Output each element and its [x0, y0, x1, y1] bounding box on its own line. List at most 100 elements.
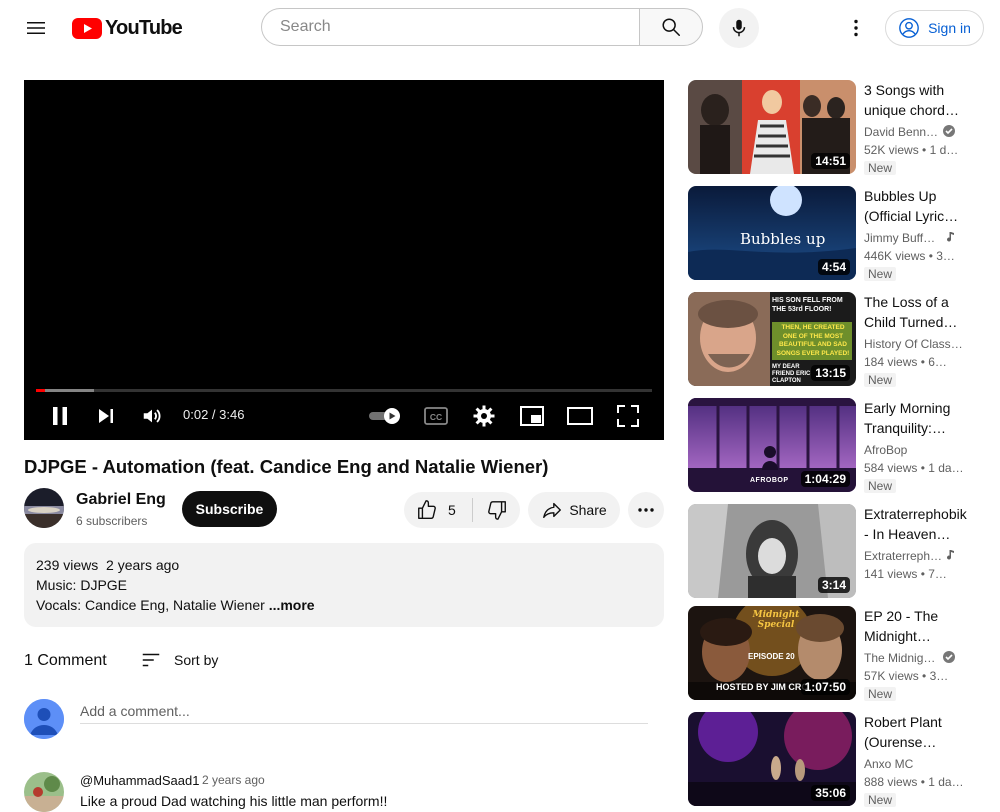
video-title[interactable]: 3 Songs with unique chord…: [864, 80, 966, 120]
autoplay-toggle-icon: [369, 408, 400, 424]
more-actions-button[interactable]: [628, 492, 664, 528]
comment-time[interactable]: 2 years ago: [202, 773, 265, 787]
new-badge: New: [864, 373, 897, 387]
view-count: 888 views: [864, 775, 918, 789]
video-meta: 584 views • 1 da…: [864, 461, 964, 475]
youtube-logo[interactable]: YouTube: [72, 16, 183, 40]
theater-mode-icon: [567, 407, 593, 425]
pause-icon: [53, 407, 67, 425]
hamburger-menu-icon: [27, 22, 45, 34]
video-player[interactable]: 0:02 / 3:46 CC: [24, 80, 664, 440]
like-button[interactable]: 5: [404, 492, 472, 528]
subtitles-button[interactable]: CC: [420, 398, 452, 434]
channel-avatar-image: [24, 488, 64, 528]
progress-played: [36, 389, 45, 392]
video-title[interactable]: Early Morning Tranquility:…: [864, 398, 966, 438]
sort-comments-button[interactable]: Sort by: [140, 648, 218, 672]
video-duration: 35:06: [811, 785, 850, 801]
video-duration: 1:04:29: [800, 471, 850, 487]
recommended-video[interactable]: 3:14 Extraterrephobik - In Heaven… Extra…: [688, 504, 984, 598]
commenter-avatar[interactable]: [24, 772, 64, 812]
settings-more-button[interactable]: [836, 8, 876, 48]
music-note-icon: [947, 550, 954, 560]
description-box[interactable]: 239 views 2 years ago Music: DJPGE Vocal…: [24, 543, 664, 627]
settings-button[interactable]: [468, 398, 500, 434]
show-more-link[interactable]: ...more: [269, 597, 315, 613]
miniplayer-button[interactable]: [516, 398, 548, 434]
recommended-video[interactable]: HIS SON FELL FROM THE 53rd FLOOR! THEN, …: [688, 292, 984, 387]
channel-name[interactable]: Anxo MC: [864, 757, 960, 771]
subscriber-count: 6 subscribers: [76, 514, 148, 528]
recommended-video[interactable]: 14:51 3 Songs with unique chord… David B…: [688, 80, 984, 175]
next-button[interactable]: [90, 398, 122, 434]
like-dislike-group: 5: [404, 492, 520, 528]
view-count: 446K views: [864, 249, 926, 263]
new-badge: New: [864, 267, 897, 281]
pause-button[interactable]: [44, 398, 76, 434]
search-input[interactable]: [278, 17, 622, 37]
microphone-icon: [732, 19, 746, 37]
theater-mode-button[interactable]: [564, 398, 596, 434]
share-button[interactable]: Share: [528, 492, 620, 528]
video-duration: 4:54: [817, 259, 850, 275]
channel-name[interactable]: AfroBop: [864, 443, 960, 457]
fullscreen-button[interactable]: [612, 398, 644, 434]
video-thumbnail[interactable]: AFROBOP 1:04:29: [688, 398, 856, 492]
thumbnail-headline: HIS SON FELL FROM THE 53rd FLOOR!: [772, 297, 843, 313]
video-meta: 57K views • 3…: [864, 669, 949, 683]
like-count: 5: [448, 502, 456, 518]
recommended-video[interactable]: Midnight Special EPISODE 20 HOSTED BY JI…: [688, 606, 984, 701]
channel-name[interactable]: History Of Classi…: [864, 337, 964, 351]
comment-author[interactable]: @MuhammadSaad1: [80, 773, 199, 788]
video-thumbnail[interactable]: 14:51: [688, 80, 856, 174]
thumbs-down-icon: [487, 501, 506, 520]
thumbnail-host: HOSTED BY JIM CRC: [716, 682, 808, 692]
view-count: 57K views: [864, 669, 919, 683]
video-title[interactable]: EP 20 - The Midnight…: [864, 606, 966, 646]
thumbnail-caption: AFROBOP: [750, 477, 789, 484]
recommended-video[interactable]: AFROBOP 1:04:29 Early Morning Tranquilit…: [688, 398, 984, 493]
recommended-video[interactable]: Bubbles up 4:54 Bubbles Up (Official Lyr…: [688, 186, 984, 281]
video-title[interactable]: Robert Plant (Ourense…: [864, 712, 966, 752]
recommended-video[interactable]: 35:06 Robert Plant (Ourense… Anxo MC 888…: [688, 712, 984, 807]
upload-age: 6…: [928, 355, 947, 369]
progress-bar[interactable]: [36, 389, 652, 392]
miniplayer-icon: [520, 406, 544, 426]
video-title[interactable]: Bubbles Up (Official Lyric…: [864, 186, 966, 226]
dislike-button[interactable]: [473, 492, 520, 528]
description-line: Vocals: Candice Eng, Natalie Wiener: [36, 597, 269, 613]
video-thumbnail[interactable]: Bubbles up 4:54: [688, 186, 856, 280]
video-thumbnail[interactable]: 3:14: [688, 504, 856, 598]
channel-name[interactable]: Gabriel Eng: [76, 491, 166, 509]
comment-count: 1 Comment: [24, 652, 107, 669]
sort-label: Sort by: [174, 652, 219, 668]
video-thumbnail[interactable]: 35:06: [688, 712, 856, 806]
video-thumbnail[interactable]: Midnight Special EPISODE 20 HOSTED BY JI…: [688, 606, 856, 700]
subscribe-button[interactable]: Subscribe: [182, 491, 277, 527]
search-button[interactable]: [639, 8, 703, 46]
comment-text: Like a proud Dad watching his little man…: [80, 793, 388, 809]
music-note-icon: [947, 232, 954, 242]
share-label: Share: [569, 502, 607, 518]
video-title[interactable]: Extraterrephobik - In Heaven…: [864, 504, 970, 544]
view-count: 584 views: [864, 461, 918, 475]
upload-age: 3…: [936, 249, 955, 263]
add-comment-input[interactable]: [80, 699, 648, 724]
video-meta: 446K views • 3…: [864, 249, 955, 263]
channel-avatar[interactable]: [24, 488, 64, 528]
video-title[interactable]: The Loss of a Child Turned…: [864, 292, 966, 332]
vertical-dots-icon: [854, 19, 858, 37]
video-duration: 3:14: [817, 577, 850, 593]
autoplay-toggle[interactable]: [364, 398, 404, 434]
thumbnail-subtext: THEN, HE CREATED ONE OF THE MOST BEAUTIF…: [776, 324, 850, 357]
video-thumbnail[interactable]: HIS SON FELL FROM THE 53rd FLOOR! THEN, …: [688, 292, 856, 386]
sign-in-button[interactable]: Sign in: [885, 10, 984, 46]
fullscreen-icon: [617, 405, 639, 427]
voice-search-button[interactable]: [719, 8, 759, 48]
new-badge: New: [864, 793, 897, 807]
view-count: 141 views: [864, 567, 918, 581]
menu-button[interactable]: [16, 8, 56, 48]
upload-age: 3…: [929, 669, 949, 683]
skip-next-icon: [99, 409, 113, 423]
mute-button[interactable]: [136, 398, 168, 434]
